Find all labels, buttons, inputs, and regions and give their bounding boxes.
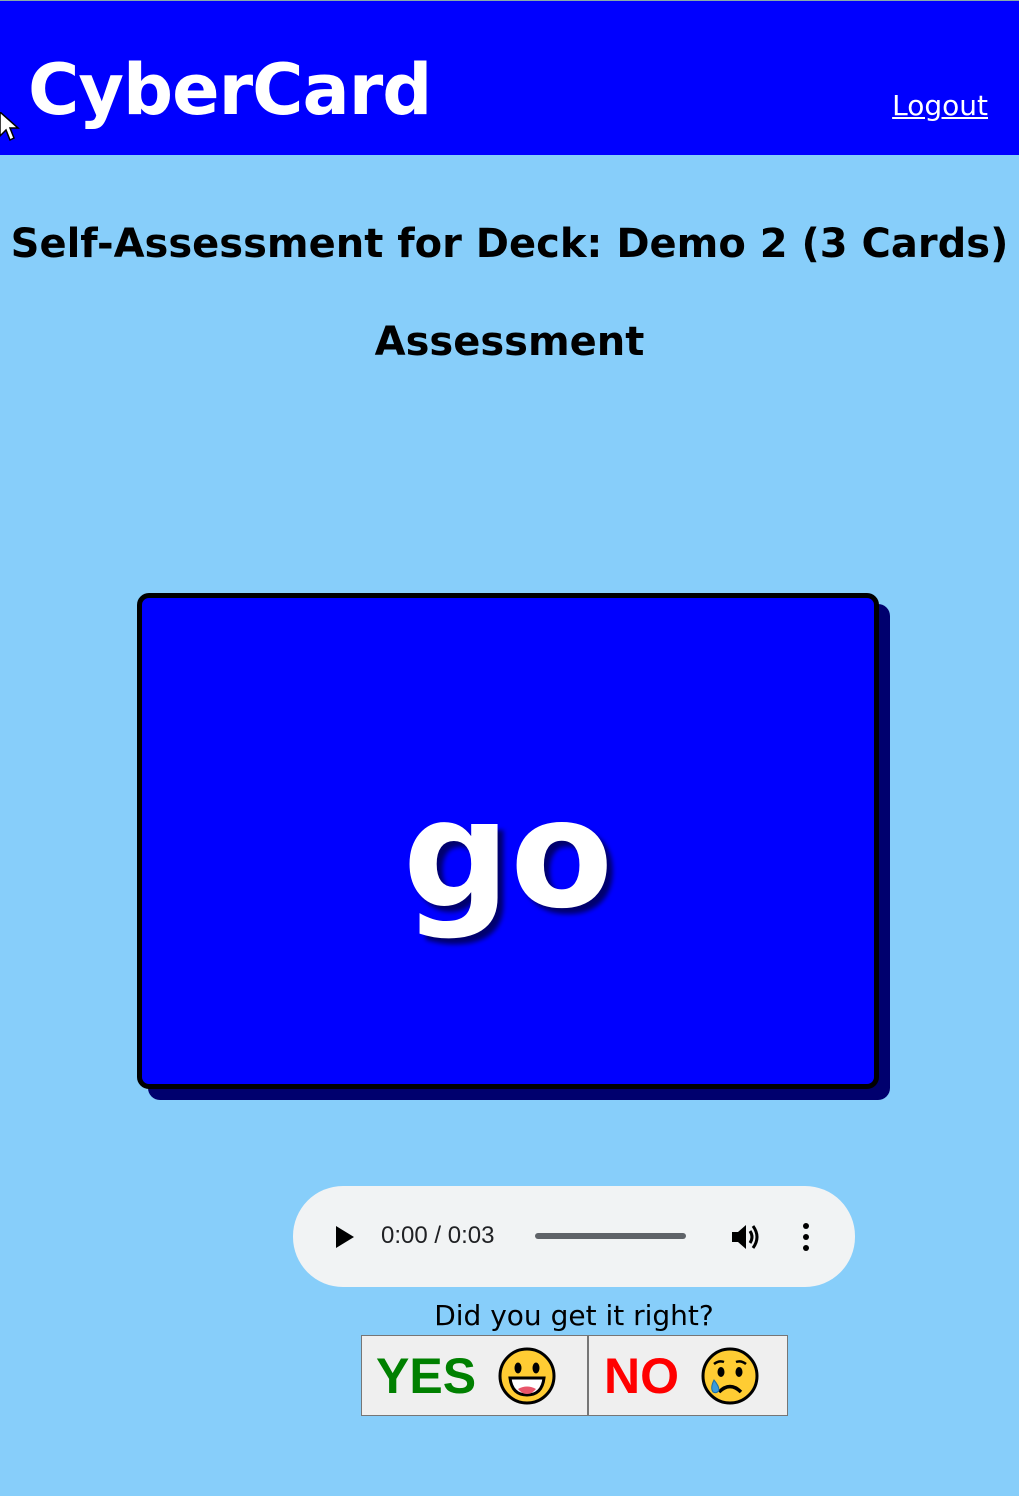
section-title: Assessment bbox=[374, 319, 645, 365]
no-button[interactable]: NO bbox=[588, 1335, 788, 1416]
no-button-label: NO bbox=[604, 1347, 679, 1404]
play-icon[interactable] bbox=[335, 1226, 355, 1248]
page-title: Self-Assessment for Deck: Demo 2 (3 Card… bbox=[10, 221, 1009, 267]
crying-face-icon bbox=[701, 1347, 759, 1404]
grinning-face-icon bbox=[498, 1347, 556, 1404]
assessment-prompt: Did you get it right? bbox=[434, 1299, 714, 1332]
more-options-icon[interactable] bbox=[798, 1222, 814, 1252]
flashcard-word: go bbox=[402, 768, 614, 942]
flashcard[interactable]: go bbox=[137, 593, 879, 1089]
yes-button[interactable]: YES bbox=[361, 1335, 588, 1416]
logout-link[interactable]: Logout bbox=[892, 89, 988, 122]
audio-time: 0:00 / 0:03 bbox=[381, 1222, 495, 1249]
brand-logo[interactable]: CyberCard bbox=[28, 45, 432, 135]
yes-button-label: YES bbox=[376, 1347, 477, 1404]
mouse-pointer-icon bbox=[0, 112, 20, 142]
volume-icon[interactable] bbox=[731, 1223, 763, 1251]
top-header: CyberCard Logout bbox=[0, 0, 1019, 155]
audio-seek-bar[interactable] bbox=[535, 1233, 686, 1239]
